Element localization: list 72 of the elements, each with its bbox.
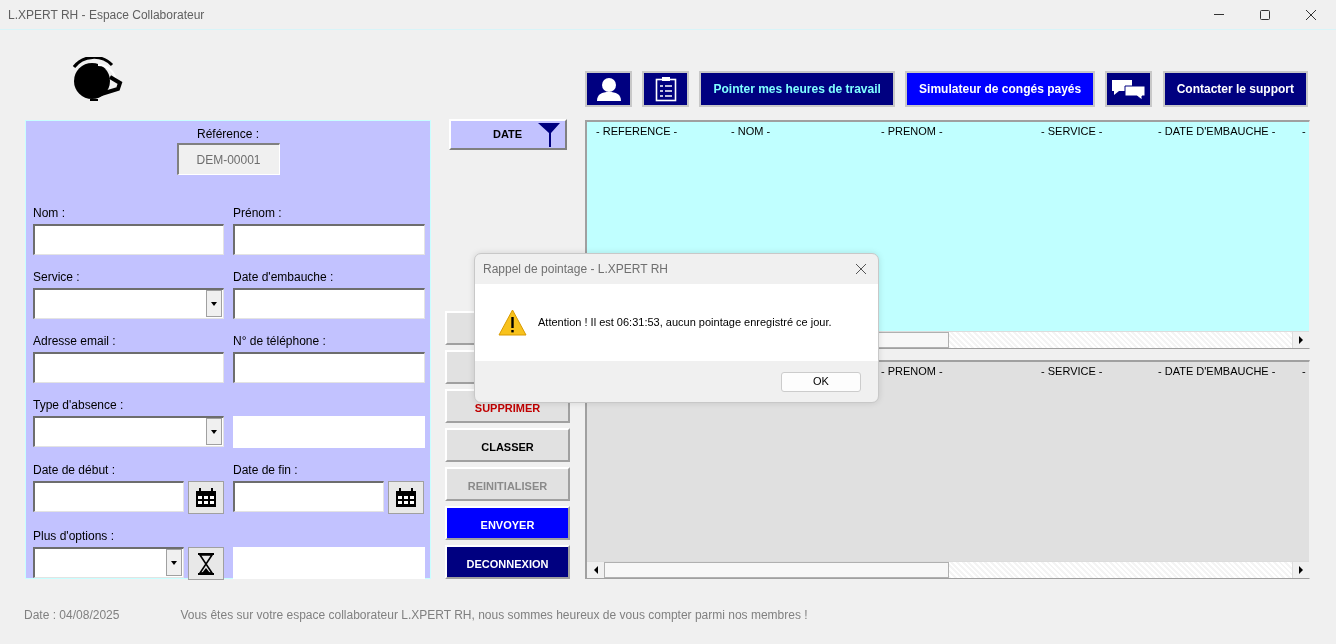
field-label: Date d'embauche : <box>233 271 334 283</box>
field-label: Service : <box>33 271 80 283</box>
text-field[interactable] <box>233 288 425 319</box>
reference-field: DEM-00001 <box>176 143 280 175</box>
field-label: N° de téléphone : <box>233 335 326 347</box>
calendar-button[interactable] <box>388 481 424 514</box>
filter-icon <box>538 122 561 147</box>
field-label: Adresse email : <box>33 335 116 347</box>
dropdown-field[interactable] <box>33 416 224 447</box>
column-header: - SERVICE - <box>1041 125 1103 137</box>
column-header: - <box>1302 365 1306 377</box>
toolbar-button[interactable]: Contacter le support <box>1162 71 1308 107</box>
column-header: - REFERENCE - <box>596 125 678 137</box>
field-label: Date de fin : <box>233 464 298 476</box>
headset-icon <box>72 57 124 101</box>
column-header: - PRENOM - <box>881 125 943 137</box>
field-label: Prénom : <box>233 207 282 219</box>
column-header: - NOM - <box>731 125 771 137</box>
column-header: - SERVICE - <box>1041 365 1103 377</box>
column-header: - <box>1302 125 1306 137</box>
field-label: Type d'absence : <box>33 399 124 411</box>
horizontal-scrollbar[interactable] <box>587 561 1309 578</box>
text-field[interactable] <box>233 352 425 383</box>
left-arrow-icon <box>593 566 598 574</box>
date-field[interactable] <box>233 481 384 512</box>
caret-icon <box>210 301 218 306</box>
calendar-icon <box>195 487 217 508</box>
date-sort-button[interactable]: DATE <box>449 119 567 150</box>
action-button[interactable]: DECONNEXION <box>445 545 570 579</box>
toolbar-button[interactable]: Pointer mes heures de travail <box>699 71 895 107</box>
caret-icon <box>210 429 218 434</box>
checklist-button[interactable] <box>642 71 690 107</box>
text-field[interactable] <box>233 547 425 579</box>
toolbar-button[interactable]: Simulateur de congés payés <box>905 71 1096 107</box>
date-field[interactable] <box>33 481 184 512</box>
hourglass-button[interactable] <box>188 547 224 580</box>
person-icon <box>595 77 622 101</box>
calendar-icon <box>395 487 417 508</box>
date-text: Date : 04/08/2025 <box>24 607 120 624</box>
column-header: - DATE D'EMBAUCHE - <box>1158 125 1276 137</box>
text-field[interactable] <box>33 224 224 255</box>
hourglass-icon <box>198 552 214 575</box>
window-title: L.XPERT RH - Espace Collaborateur <box>8 6 205 24</box>
close-icon <box>856 264 866 274</box>
field-label: Nom : <box>33 207 65 219</box>
text-field[interactable] <box>233 224 425 255</box>
column-header: - PRENOM - <box>881 365 943 377</box>
clipboard-icon <box>654 76 677 102</box>
scrollbar-thumb[interactable] <box>604 562 949 578</box>
field-label: Plus d'options : <box>33 530 114 542</box>
action-button[interactable]: ENVOYER <box>445 506 570 540</box>
caret-icon <box>170 560 178 565</box>
ok-button[interactable]: OK <box>781 371 861 392</box>
dropdown-field[interactable] <box>33 547 184 578</box>
calendar-button[interactable] <box>188 481 224 514</box>
close-icon <box>1306 9 1316 20</box>
right-arrow-icon <box>1299 336 1303 344</box>
reference-label: Référence : <box>196 126 259 142</box>
column-header: - DATE D'EMBAUCHE - <box>1158 365 1276 377</box>
chat-button[interactable] <box>1105 71 1153 107</box>
dropdown-field[interactable] <box>33 288 224 319</box>
field-label: Date de début : <box>33 464 116 476</box>
profile-button[interactable] <box>585 71 632 107</box>
chat-icon <box>1110 78 1147 100</box>
text-field[interactable] <box>233 416 425 448</box>
right-arrow-icon <box>1299 566 1303 574</box>
maximize-icon <box>1260 9 1270 20</box>
text-field[interactable] <box>33 352 224 383</box>
status-message: Vous êtes sur votre espace collaborateur L.XPERT RH, nous sommes heureux de vous compter parmi nos membres ! <box>180 607 808 624</box>
action-button[interactable]: CLASSER <box>445 428 570 462</box>
minimize-icon <box>1214 14 1224 15</box>
warning-icon <box>498 309 527 336</box>
